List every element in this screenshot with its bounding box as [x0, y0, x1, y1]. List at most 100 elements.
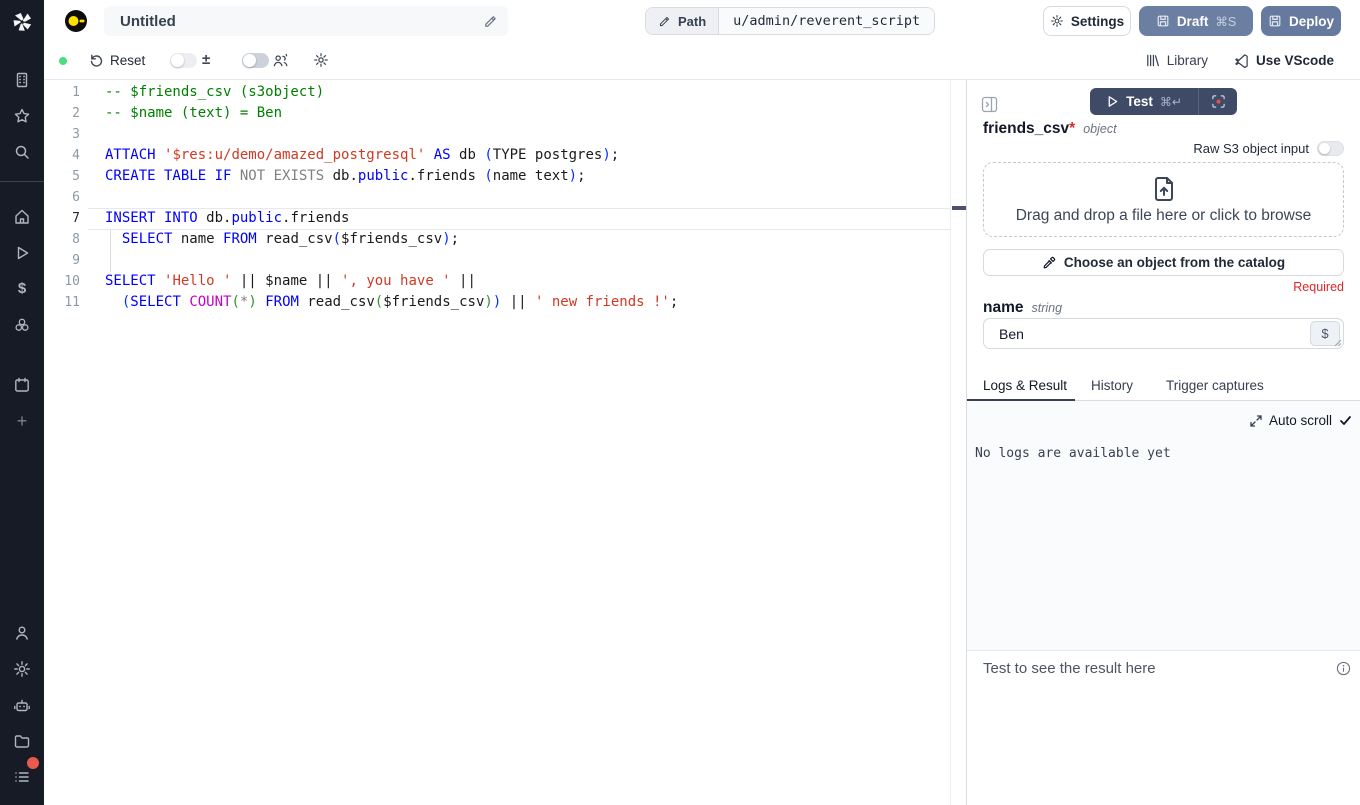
result-tabs: Logs & Result History Trigger captures — [967, 378, 1360, 401]
diff-plusminus-icon: ± — [202, 51, 210, 68]
info-icon[interactable] — [1336, 661, 1351, 676]
capture-record-icon — [1211, 94, 1226, 109]
capture-run-button[interactable] — [1199, 94, 1237, 109]
line-number: 10 — [44, 271, 80, 292]
user-account-icon[interactable] — [13, 624, 31, 642]
workspace-settings-gear-icon[interactable] — [13, 660, 31, 678]
test-button-group[interactable]: Test ⌘↵ — [1090, 88, 1237, 115]
overview-ruler-cursor-mark — [952, 206, 966, 210]
code-line[interactable]: INSERT INTO db.public.friends — [105, 208, 678, 229]
code-line[interactable]: -- $name (text) = Ben — [105, 103, 678, 124]
settings-button[interactable]: Settings — [1043, 6, 1131, 36]
save-icon — [1268, 14, 1282, 28]
line-number: 11 — [44, 292, 80, 313]
script-title-input[interactable]: Untitled — [104, 6, 508, 36]
test-shortcut: ⌘↵ — [1160, 95, 1182, 109]
deploy-label: Deploy — [1289, 14, 1334, 29]
toggle-knob — [1319, 143, 1330, 154]
resize-handle[interactable] — [1334, 339, 1342, 347]
line-number: 3 — [44, 124, 80, 145]
deploy-button[interactable]: Deploy — [1261, 6, 1341, 36]
code-editor[interactable]: 1234567891011 -- $friends_csv (s3object)… — [44, 80, 950, 805]
tab-trigger-captures[interactable]: Trigger captures — [1166, 378, 1264, 393]
library-books-icon — [1145, 53, 1160, 68]
code-lines[interactable]: -- $friends_csv (s3object)-- $name (text… — [105, 82, 678, 313]
name-input-wrapper: $ — [983, 318, 1344, 349]
toggle-knob — [171, 54, 184, 67]
line-number: 1 — [44, 82, 80, 103]
code-line[interactable]: SELECT 'Hello ' || $name || ', you have … — [105, 271, 678, 292]
editor-scrollbar[interactable] — [950, 80, 966, 805]
library-label: Library — [1167, 53, 1208, 68]
dropzone-label: Drag and drop a file here or click to br… — [1016, 207, 1312, 225]
sidebar-divider — [0, 181, 44, 182]
settings-label: Settings — [1071, 14, 1124, 29]
workspace-building-icon[interactable] — [13, 71, 31, 89]
home-icon[interactable] — [13, 208, 31, 226]
code-line[interactable] — [105, 124, 678, 145]
reset-button[interactable]: Reset — [110, 53, 145, 68]
code-line[interactable]: (SELECT COUNT(*) FROM read_csv($friends_… — [105, 292, 678, 313]
duckdb-logo-icon — [64, 9, 88, 33]
tab-history[interactable]: History — [1091, 378, 1133, 393]
expand-icon[interactable] — [1250, 415, 1262, 427]
draft-shortcut: ⌘S — [1215, 14, 1236, 29]
autoscroll-control[interactable]: Auto scroll — [1250, 413, 1352, 428]
path-selector[interactable]: Path u/admin/reverent_script — [645, 7, 935, 35]
code-line[interactable] — [105, 187, 678, 208]
resources-icon[interactable] — [13, 316, 31, 334]
notification-dot — [27, 757, 39, 769]
ai-robot-icon[interactable] — [13, 696, 31, 714]
test-run-button[interactable]: Test ⌘↵ — [1090, 94, 1198, 109]
indent-guide — [110, 230, 111, 272]
choose-object-catalog-button[interactable]: Choose an object from the catalog — [983, 249, 1344, 276]
multiplayer-toggle[interactable] — [242, 53, 269, 68]
collapse-panel-icon[interactable] — [981, 96, 998, 113]
library-button[interactable]: Library — [1145, 53, 1208, 68]
search-icon[interactable] — [13, 143, 31, 161]
file-dropzone[interactable]: Drag and drop a file here or click to br… — [983, 162, 1344, 237]
draft-label: Draft — [1177, 14, 1209, 29]
path-edit-button[interactable]: Path — [646, 8, 719, 34]
save-draft-button[interactable]: Draft ⌘S — [1139, 6, 1253, 36]
result-divider — [967, 650, 1360, 651]
code-line[interactable]: CREATE TABLE IF NOT EXISTS db.public.fri… — [105, 166, 678, 187]
code-line[interactable]: ATTACH '$res:u/demo/amazed_postgresql' A… — [105, 145, 678, 166]
line-number: 9 — [44, 250, 80, 271]
field-type: object — [1083, 122, 1116, 136]
runs-play-icon[interactable] — [13, 244, 31, 262]
editor-settings-gear-icon[interactable] — [313, 52, 329, 68]
code-line[interactable]: SELECT name FROM read_csv($friends_csv); — [105, 229, 678, 250]
logs-empty-message: No logs are available yet — [975, 446, 1171, 461]
vscode-label: Use VScode — [1256, 53, 1334, 68]
name-input[interactable] — [984, 319, 1343, 348]
windmill-logo-icon[interactable] — [10, 10, 34, 34]
reset-icon[interactable] — [89, 53, 104, 68]
code-line[interactable] — [105, 250, 678, 271]
script-title: Untitled — [120, 13, 483, 30]
diff-mode-toggle[interactable] — [170, 53, 197, 68]
toolbar-right-group: Library Use VScode — [1145, 42, 1334, 79]
favorites-star-icon[interactable] — [13, 107, 31, 125]
line-number: 7 — [44, 208, 80, 229]
use-vscode-button[interactable]: Use VScode — [1234, 53, 1334, 68]
tab-logs-result[interactable]: Logs & Result — [983, 378, 1067, 393]
folders-icon[interactable] — [13, 732, 31, 750]
play-icon — [1106, 95, 1119, 108]
edit-title-pencil-icon[interactable] — [483, 14, 498, 29]
field-type: string — [1032, 301, 1063, 315]
path-value: u/admin/reverent_script — [733, 13, 920, 29]
test-label: Test — [1126, 94, 1153, 109]
field-friends-csv-header: friends_csv* object — [983, 120, 1117, 138]
raw-s3-toggle[interactable] — [1317, 141, 1344, 156]
multiplayer-people-icon — [272, 52, 289, 69]
add-item-plus-icon[interactable]: + — [13, 412, 31, 430]
variables-dollar-icon[interactable]: $ — [13, 280, 31, 298]
required-asterisk: * — [1069, 120, 1075, 137]
vscode-icon — [1234, 53, 1249, 68]
changelog-list-icon[interactable] — [13, 768, 31, 786]
eyedropper-icon — [1042, 256, 1056, 270]
path-value-box[interactable]: u/admin/reverent_script — [719, 8, 934, 34]
schedules-calendar-icon[interactable] — [13, 376, 31, 394]
code-line[interactable]: -- $friends_csv (s3object) — [105, 82, 678, 103]
